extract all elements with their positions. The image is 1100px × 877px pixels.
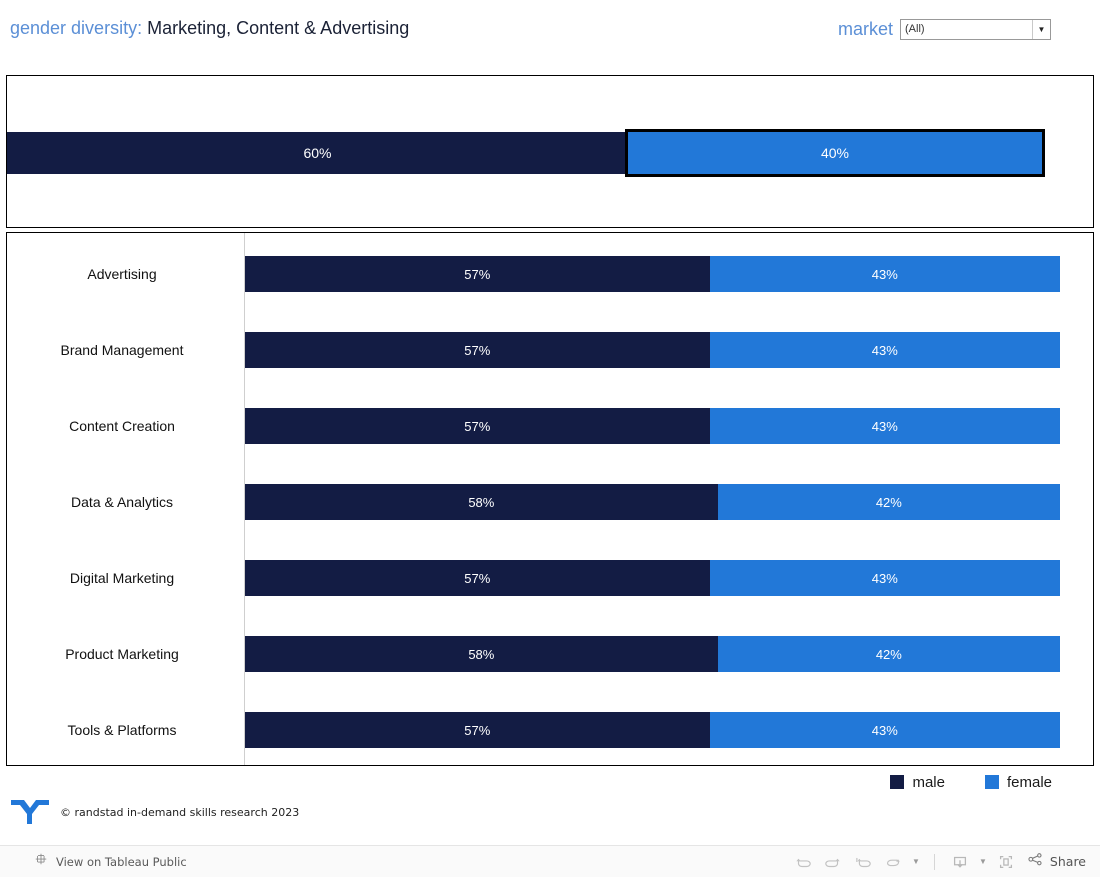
row-label: Tools & Platforms (67, 722, 177, 738)
row-stacked-bar: 57% 43% (245, 408, 1060, 444)
row-stacked-bar: 57% 43% (245, 560, 1060, 596)
female-segment[interactable]: 43% (709, 332, 1060, 368)
toolbar-divider (933, 853, 935, 870)
female-segment[interactable]: 42% (717, 484, 1060, 520)
chevron-down-icon[interactable]: ▼ (1032, 20, 1050, 39)
total-male-segment[interactable]: 60% (7, 132, 628, 174)
dashboard-page: gender diversity: Marketing, Content & A… (0, 0, 1100, 877)
row-stacked-bar: 58% 42% (245, 636, 1060, 672)
share-icon (1027, 851, 1044, 873)
view-on-tableau-public-label: View on Tableau Public (56, 854, 187, 869)
row-stacked-bar: 58% 42% (245, 484, 1060, 520)
download-icon[interactable] (945, 849, 975, 875)
legend-item-male[interactable]: male (890, 774, 945, 791)
row-stacked-bar: 57% 43% (245, 712, 1060, 748)
legend: male female (0, 770, 1094, 794)
table-row: Product Marketing 58% 42% (7, 616, 1093, 692)
tableau-logo-icon (34, 852, 48, 871)
fullscreen-icon[interactable] (991, 849, 1021, 875)
legend-label: male (912, 773, 945, 791)
redo-icon[interactable] (818, 849, 848, 875)
female-segment[interactable]: 43% (709, 408, 1060, 444)
toolbar-actions: ▼ ▼ Share (788, 846, 1086, 877)
download-caret-icon[interactable]: ▼ (975, 849, 991, 875)
male-segment[interactable]: 57% (245, 560, 710, 596)
tableau-toolbar: View on Tableau Public ▼ ▼ Share (0, 845, 1100, 877)
page-title: gender diversity: Marketing, Content & A… (10, 18, 409, 39)
female-segment[interactable]: 43% (709, 560, 1060, 596)
row-label: Product Marketing (65, 646, 179, 662)
copyright-text: © randstad in-demand skills research 202… (60, 805, 300, 819)
female-segment[interactable]: 43% (709, 256, 1060, 292)
undo-icon[interactable] (788, 849, 818, 875)
table-row: Digital Marketing 57% 43% (7, 540, 1093, 616)
female-segment[interactable]: 42% (717, 636, 1060, 672)
revert-icon[interactable] (848, 849, 878, 875)
female-segment[interactable]: 43% (709, 712, 1060, 748)
refresh-icon[interactable] (878, 849, 908, 875)
market-filter-label: market (838, 19, 894, 39)
market-filter-dropdown[interactable]: (All) ▼ (900, 19, 1051, 40)
legend-label: female (1006, 773, 1052, 791)
row-label: Content Creation (69, 418, 175, 434)
male-segment[interactable]: 57% (245, 712, 710, 748)
randstad-logo (10, 798, 50, 826)
table-row: Data & Analytics 58% 42% (7, 464, 1093, 540)
table-row: Brand Management 57% 43% (7, 312, 1093, 388)
total-stacked-bar: 60% 40% (7, 129, 1045, 177)
page-title-accent: gender diversity: (10, 18, 143, 38)
row-stacked-bar: 57% 43% (245, 256, 1060, 292)
legend-swatch-icon (890, 775, 905, 789)
row-label: Data & Analytics (71, 494, 173, 510)
male-segment[interactable]: 57% (245, 332, 710, 368)
total-female-segment[interactable]: 40% (625, 129, 1045, 177)
table-row: Content Creation 57% 43% (7, 388, 1093, 464)
total-female-value: 40% (820, 145, 850, 161)
view-options-caret-icon[interactable]: ▼ (908, 849, 924, 875)
row-label: Brand Management (60, 342, 184, 358)
view-on-tableau-public-button[interactable]: View on Tableau Public (34, 846, 187, 877)
male-segment[interactable]: 58% (245, 484, 718, 520)
page-title-main: Marketing, Content & Advertising (147, 18, 410, 38)
breakdown-rows: Advertising 57% 43% Brand Management 57% 43% C… (7, 233, 1093, 765)
market-filter-value: (All) (905, 23, 925, 35)
total-male-value: 60% (303, 145, 332, 161)
legend-swatch-icon (984, 775, 999, 789)
dashboard-header: gender diversity: Marketing, Content & A… (0, 0, 1100, 60)
row-label: Advertising (87, 266, 157, 282)
share-button[interactable]: Share (1027, 851, 1086, 873)
table-row: Tools & Platforms 57% 43% (7, 692, 1093, 765)
male-segment[interactable]: 57% (245, 256, 710, 292)
total-panel: 60% 40% (6, 75, 1094, 228)
row-label: Digital Marketing (69, 570, 175, 586)
breakdown-panel: Advertising 57% 43% Brand Management 57% 43% C… (6, 232, 1094, 766)
brand-footer: © randstad in-demand skills research 202… (10, 798, 299, 826)
legend-item-female[interactable]: female (984, 773, 1052, 791)
male-segment[interactable]: 57% (245, 408, 710, 444)
table-row: Advertising 57% 43% (7, 236, 1093, 312)
share-label: Share (1049, 854, 1086, 869)
male-segment[interactable]: 58% (245, 636, 718, 672)
row-stacked-bar: 57% 43% (245, 332, 1060, 368)
